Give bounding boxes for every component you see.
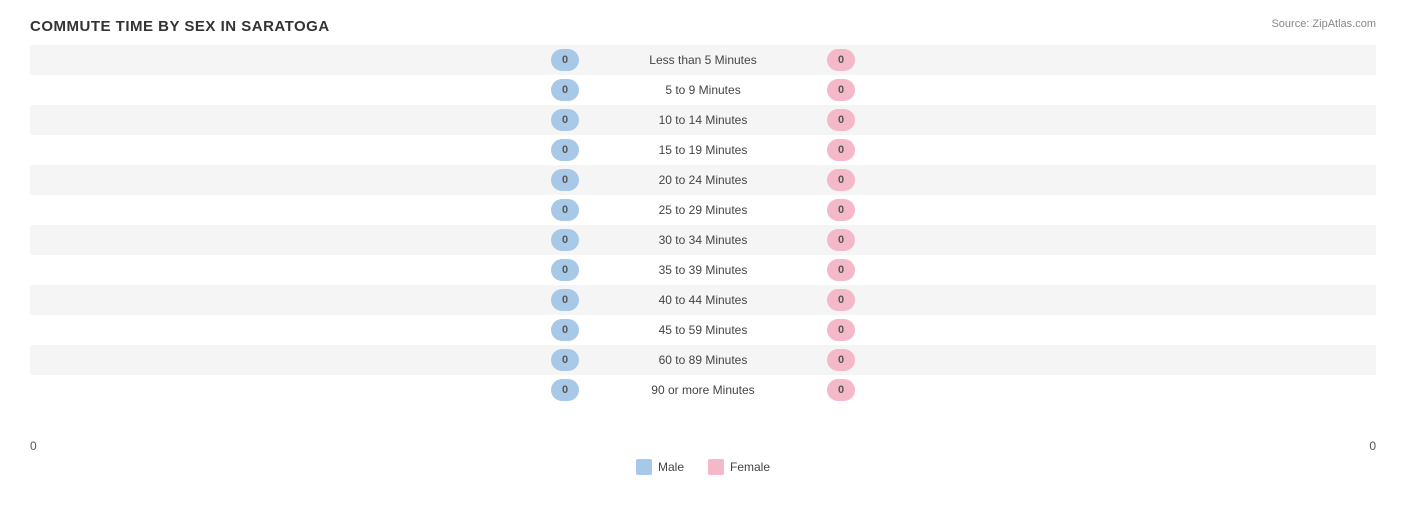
chart-row: 0 30 to 34 Minutes 0 [30, 225, 1376, 255]
bar-left-area: 0 [30, 135, 583, 165]
female-bar: 0 [827, 169, 855, 191]
row-label: 60 to 89 Minutes [583, 353, 823, 367]
male-bar: 0 [551, 379, 579, 401]
row-label: 15 to 19 Minutes [583, 143, 823, 157]
bar-right-area: 0 [823, 375, 1376, 405]
chart-row: 0 60 to 89 Minutes 0 [30, 345, 1376, 375]
female-bar: 0 [827, 259, 855, 281]
bar-left-area: 0 [30, 285, 583, 315]
row-label: 45 to 59 Minutes [583, 323, 823, 337]
female-bar: 0 [827, 199, 855, 221]
bar-left-area: 0 [30, 255, 583, 285]
bar-right-area: 0 [823, 165, 1376, 195]
male-bar: 0 [551, 349, 579, 371]
bar-left-area: 0 [30, 45, 583, 75]
bar-right-area: 0 [823, 195, 1376, 225]
legend-female-label: Female [730, 460, 770, 474]
row-label: 40 to 44 Minutes [583, 293, 823, 307]
chart-row: 0 45 to 59 Minutes 0 [30, 315, 1376, 345]
bar-right-area: 0 [823, 225, 1376, 255]
bar-left-area: 0 [30, 315, 583, 345]
male-bar: 0 [551, 289, 579, 311]
bar-left-area: 0 [30, 105, 583, 135]
bar-right-area: 0 [823, 45, 1376, 75]
row-label: Less than 5 Minutes [583, 53, 823, 67]
legend-female-box [708, 459, 724, 475]
female-bar: 0 [827, 379, 855, 401]
male-bar: 0 [551, 169, 579, 191]
row-label: 90 or more Minutes [583, 383, 823, 397]
row-label: 20 to 24 Minutes [583, 173, 823, 187]
legend-male: Male [636, 459, 684, 475]
bar-left-area: 0 [30, 345, 583, 375]
female-bar: 0 [827, 349, 855, 371]
row-label: 25 to 29 Minutes [583, 203, 823, 217]
bar-right-area: 0 [823, 315, 1376, 345]
bar-left-area: 0 [30, 225, 583, 255]
legend-male-label: Male [658, 460, 684, 474]
male-bar: 0 [551, 319, 579, 341]
chart-row: 0 40 to 44 Minutes 0 [30, 285, 1376, 315]
row-label: 10 to 14 Minutes [583, 113, 823, 127]
male-bar: 0 [551, 139, 579, 161]
legend-male-box [636, 459, 652, 475]
chart-title: COMMUTE TIME BY SEX IN SARATOGA [30, 18, 1376, 35]
axis-area: 0 0 [30, 439, 1376, 453]
male-bar: 0 [551, 49, 579, 71]
bar-left-area: 0 [30, 165, 583, 195]
chart-container: COMMUTE TIME BY SEX IN SARATOGA Source: … [0, 0, 1406, 523]
legend-female: Female [708, 459, 770, 475]
bar-left-area: 0 [30, 75, 583, 105]
chart-row: 0 5 to 9 Minutes 0 [30, 75, 1376, 105]
female-bar: 0 [827, 319, 855, 341]
bar-right-area: 0 [823, 75, 1376, 105]
female-bar: 0 [827, 109, 855, 131]
male-bar: 0 [551, 199, 579, 221]
male-bar: 0 [551, 229, 579, 251]
chart-row: 0 Less than 5 Minutes 0 [30, 45, 1376, 75]
axis-left-label: 0 [30, 439, 60, 453]
chart-row: 0 15 to 19 Minutes 0 [30, 135, 1376, 165]
bar-right-area: 0 [823, 345, 1376, 375]
chart-row: 0 25 to 29 Minutes 0 [30, 195, 1376, 225]
female-bar: 0 [827, 229, 855, 251]
chart-row: 0 10 to 14 Minutes 0 [30, 105, 1376, 135]
male-bar: 0 [551, 109, 579, 131]
source-label: Source: ZipAtlas.com [1271, 18, 1376, 30]
female-bar: 0 [827, 139, 855, 161]
chart-row: 0 35 to 39 Minutes 0 [30, 255, 1376, 285]
chart-area: 0 Less than 5 Minutes 0 0 5 to 9 Minutes… [30, 45, 1376, 435]
bar-right-area: 0 [823, 255, 1376, 285]
chart-row: 0 90 or more Minutes 0 [30, 375, 1376, 405]
chart-row: 0 20 to 24 Minutes 0 [30, 165, 1376, 195]
male-bar: 0 [551, 259, 579, 281]
female-bar: 0 [827, 49, 855, 71]
row-label: 35 to 39 Minutes [583, 263, 823, 277]
row-label: 5 to 9 Minutes [583, 83, 823, 97]
bar-left-area: 0 [30, 195, 583, 225]
male-bar: 0 [551, 79, 579, 101]
bar-right-area: 0 [823, 135, 1376, 165]
female-bar: 0 [827, 79, 855, 101]
bar-left-area: 0 [30, 375, 583, 405]
bar-right-area: 0 [823, 105, 1376, 135]
row-label: 30 to 34 Minutes [583, 233, 823, 247]
legend-area: Male Female [30, 459, 1376, 475]
axis-right-label: 0 [1346, 439, 1376, 453]
bar-right-area: 0 [823, 285, 1376, 315]
female-bar: 0 [827, 289, 855, 311]
